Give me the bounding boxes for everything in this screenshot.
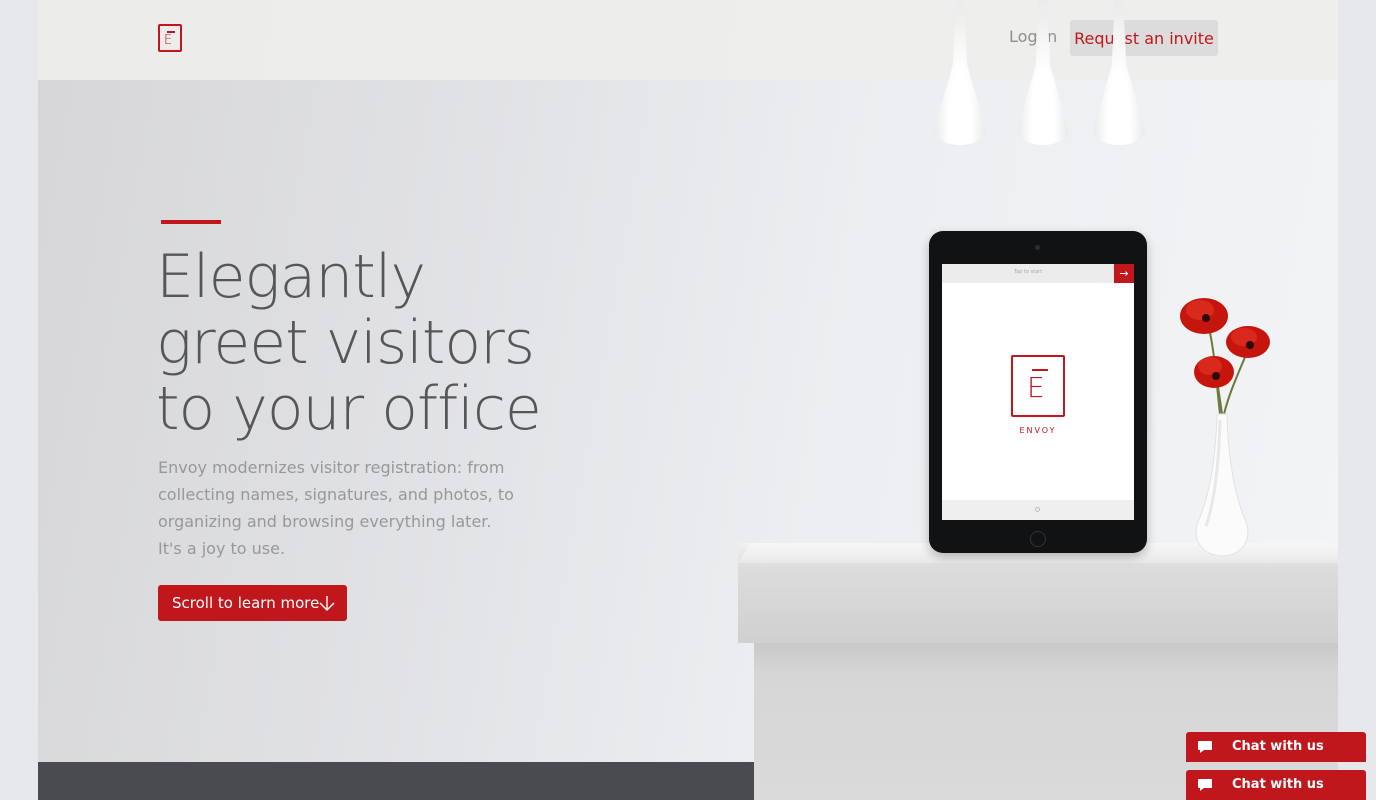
tap-to-start-text: Tap to start [1013,269,1043,275]
intro-line: collecting names, signatures, and photos… [158,485,514,504]
headline-accent-line [161,220,221,224]
poppies-vase-decoration [1180,298,1270,557]
poppy-flower [1194,356,1234,388]
hero-page: E Log in Request an invite Elegantly gre… [38,0,1338,800]
dark-section-band [38,762,754,800]
arrow-down-icon [319,596,335,611]
chat-with-us-widget[interactable]: Chat with us [1186,770,1366,800]
ipad-camera [1035,245,1040,250]
screen-home-dot [1035,507,1040,512]
intro-line: Envoy modernizes visitor registration: f… [158,458,505,477]
ipad-home-button [1030,531,1046,547]
chat-label: Chat with us [1232,777,1324,792]
screen-logo-letter: E [1027,371,1045,404]
ipad-screen: Tap to start → E ENVOY [942,264,1134,520]
headline-line: greet visitors [156,308,535,378]
cta-label: Scroll to learn more [172,594,320,612]
scroll-to-learn-more-button[interactable]: Scroll to learn more [158,585,347,621]
chat-bubble-icon [1198,741,1212,753]
chat-label: Chat with us [1232,739,1324,754]
envoy-logo[interactable]: E [158,24,182,52]
headline-line: Elegantly [156,242,426,312]
intro-line: organizing and browsing everything later… [158,512,492,531]
intro-line: It's a joy to use. [158,539,286,558]
pendant-lamp [934,0,986,145]
screen-footer [942,500,1134,520]
pendant-lamp [1017,0,1069,145]
chat-bubble-icon [1198,779,1212,791]
pendant-lamps-decoration [928,0,1158,150]
hero-intro-text: Envoy modernizes visitor registration: f… [158,454,538,562]
poppy-flower [1180,298,1228,334]
logo-letter: E [164,33,173,48]
envoy-screen-logo: E [1011,355,1065,417]
arrow-right-icon: → [1114,264,1134,283]
pendant-lamp [1093,0,1145,145]
screen-status-bar: Tap to start → [942,264,1134,283]
hero-headline: Elegantly greet visitors to your office [156,244,576,442]
poppy-flower [1226,326,1270,358]
ipad-device: Tap to start → E ENVOY [929,231,1147,553]
envoy-brand-name: ENVOY [1019,426,1057,435]
headline-line: to your office [156,374,542,444]
chat-with-us-widget[interactable]: Chat with us [1186,732,1366,762]
